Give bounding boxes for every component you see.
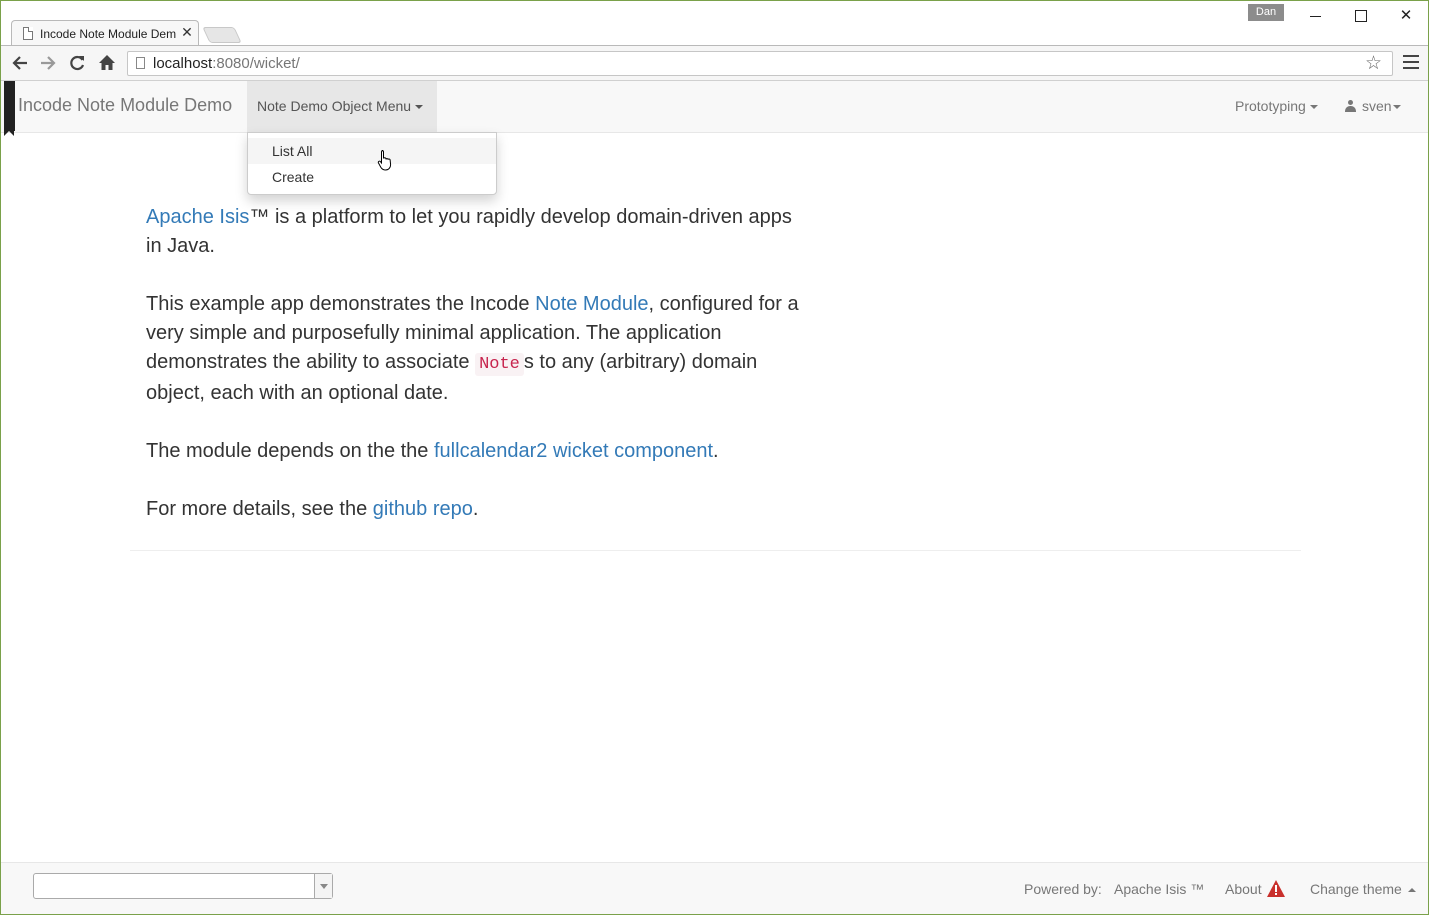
browser-window: Incode Note Module Dem ✕ Dan ✕ localhost… bbox=[0, 0, 1429, 915]
bookmark-panel-toggle[interactable] bbox=[4, 81, 15, 136]
warning-icon[interactable] bbox=[1266, 879, 1286, 898]
object-menu-dropdown: List All Create bbox=[247, 132, 497, 195]
caret-up-icon bbox=[1407, 888, 1416, 893]
forward-arrow-icon[interactable] bbox=[38, 53, 58, 73]
menu-item-list-all[interactable]: List All bbox=[248, 138, 496, 164]
select-arrow-icon[interactable] bbox=[314, 874, 332, 898]
back-arrow-icon[interactable] bbox=[10, 53, 30, 73]
github-repo-link[interactable]: github repo bbox=[373, 498, 473, 520]
tab-title: Incode Note Module Dem bbox=[40, 27, 177, 41]
change-theme-label: Change theme bbox=[1310, 881, 1402, 897]
content-divider bbox=[130, 550, 1301, 551]
caret-down-icon bbox=[1392, 105, 1401, 110]
browser-menu-icon[interactable] bbox=[1403, 55, 1419, 71]
profile-badge[interactable]: Dan bbox=[1248, 4, 1284, 21]
description-text-1: This example app demonstrates the Incode bbox=[146, 293, 536, 315]
apache-isis-link[interactable]: Apache Isis bbox=[146, 206, 249, 228]
close-tab-icon[interactable]: ✕ bbox=[180, 25, 194, 39]
note-code: Note bbox=[475, 353, 524, 376]
change-theme-menu[interactable]: Change theme bbox=[1310, 881, 1416, 897]
home-icon[interactable] bbox=[97, 53, 117, 73]
hand-cursor-icon bbox=[377, 149, 393, 171]
caret-down-icon bbox=[415, 105, 424, 110]
page-icon bbox=[23, 27, 33, 40]
dependency-paragraph: The module depends on the the fullcalend… bbox=[146, 437, 806, 466]
user-icon bbox=[1345, 100, 1356, 112]
powered-by-label: Powered by: bbox=[1024, 881, 1102, 897]
browser-toolbar: localhost:8080/wicket/ ☆ bbox=[1, 45, 1428, 81]
url-text: localhost:8080/wicket/ bbox=[153, 55, 300, 72]
minimize-button[interactable] bbox=[1304, 6, 1326, 26]
browser-tab[interactable]: Incode Note Module Dem ✕ bbox=[11, 20, 199, 46]
page-info-icon bbox=[136, 57, 145, 69]
fullcalendar-link[interactable]: fullcalendar2 wicket component bbox=[434, 440, 713, 462]
description-paragraph: This example app demonstrates the Incode… bbox=[146, 290, 806, 408]
details-text: For more details, see the bbox=[146, 498, 373, 520]
maximize-button[interactable] bbox=[1349, 6, 1371, 26]
dependency-period: . bbox=[713, 440, 719, 462]
prototyping-label: Prototyping bbox=[1235, 98, 1306, 114]
user-label: sven bbox=[1362, 98, 1392, 114]
about-link[interactable]: About bbox=[1225, 881, 1262, 897]
main-content: Apache Isis™ is a platform to let you ra… bbox=[146, 203, 806, 553]
footer-select[interactable] bbox=[33, 873, 333, 899]
new-tab-button[interactable] bbox=[202, 27, 242, 43]
note-demo-object-menu[interactable]: Note Demo Object Menu bbox=[247, 81, 437, 132]
dependency-text: The module depends on the the bbox=[146, 440, 434, 462]
note-module-link[interactable]: Note Module bbox=[535, 293, 648, 315]
user-menu[interactable]: sven bbox=[1345, 81, 1401, 132]
app-navbar: Incode Note Module Demo Note Demo Object… bbox=[1, 81, 1428, 136]
reload-icon[interactable] bbox=[67, 53, 87, 73]
bookmark-star-icon[interactable]: ☆ bbox=[1365, 52, 1382, 75]
menu-item-create[interactable]: Create bbox=[248, 164, 496, 190]
caret-down-icon bbox=[1309, 105, 1318, 110]
apache-isis-footer-link[interactable]: Apache Isis ™ bbox=[1114, 881, 1204, 897]
details-paragraph: For more details, see the github repo. bbox=[146, 495, 806, 524]
close-window-button[interactable]: ✕ bbox=[1395, 6, 1417, 26]
tab-strip: Incode Note Module Dem ✕ Dan ✕ bbox=[1, 1, 1428, 46]
prototyping-menu[interactable]: Prototyping bbox=[1235, 81, 1318, 132]
object-menu-label: Note Demo Object Menu bbox=[257, 98, 412, 114]
app-brand[interactable]: Incode Note Module Demo bbox=[18, 95, 232, 116]
address-bar[interactable]: localhost:8080/wicket/ ☆ bbox=[127, 51, 1393, 76]
details-period: . bbox=[472, 498, 479, 520]
intro-paragraph: Apache Isis™ is a platform to let you ra… bbox=[146, 203, 806, 261]
app-footer: Powered by: Apache Isis ™ About Change t… bbox=[1, 862, 1428, 914]
